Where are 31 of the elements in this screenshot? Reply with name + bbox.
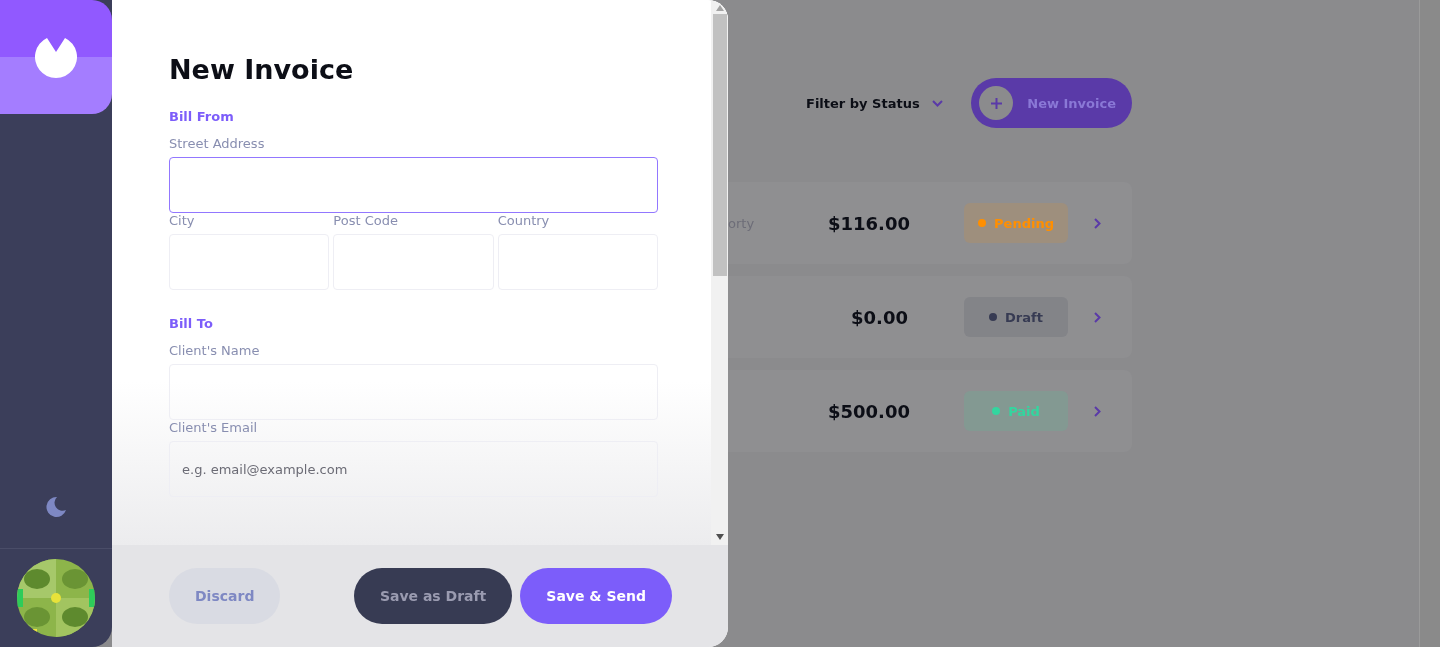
form-title: New Invoice xyxy=(169,54,355,85)
invoice-amount: $0.00 xyxy=(850,306,908,328)
moon-icon[interactable] xyxy=(45,496,67,518)
invoice-amount: $116.00 xyxy=(828,212,908,234)
field-label: Client's Email xyxy=(169,420,259,435)
scrollbar-thumb[interactable] xyxy=(712,14,727,276)
status-badge: Paid xyxy=(964,391,1068,431)
logo-icon xyxy=(33,36,79,78)
chevron-right-icon xyxy=(1094,405,1101,417)
chevron-right-icon xyxy=(1094,311,1101,323)
form-button[interactable]: Save as Draft xyxy=(353,568,513,624)
status-badge: Draft xyxy=(964,297,1068,337)
section-heading: Bill From xyxy=(169,109,235,124)
input-field[interactable] xyxy=(169,157,658,213)
status-badge: Pending xyxy=(964,203,1068,243)
field-label: City xyxy=(169,213,196,228)
section-heading: Bill To xyxy=(169,316,214,331)
invoice-card[interactable]: $0.00 Draft xyxy=(728,276,1132,358)
invoice-amount: $500.00 xyxy=(828,400,908,422)
scroll-up-icon[interactable] xyxy=(715,5,724,11)
field-label: Street Address xyxy=(169,136,266,151)
field-label: Country xyxy=(497,213,551,228)
form-button[interactable]: Save & Send xyxy=(520,568,672,624)
chevron-down-icon xyxy=(931,99,943,107)
invoice-card[interactable]: $500.00 Paid xyxy=(728,370,1132,452)
scroll-down-icon[interactable] xyxy=(715,534,724,540)
filter-dropdown[interactable]: Filter by Status xyxy=(806,95,943,111)
field-label: Post Code xyxy=(333,213,399,228)
field-label: Client's Name xyxy=(169,343,261,358)
chevron-right-icon xyxy=(1094,217,1101,229)
plus-icon xyxy=(990,97,1002,109)
